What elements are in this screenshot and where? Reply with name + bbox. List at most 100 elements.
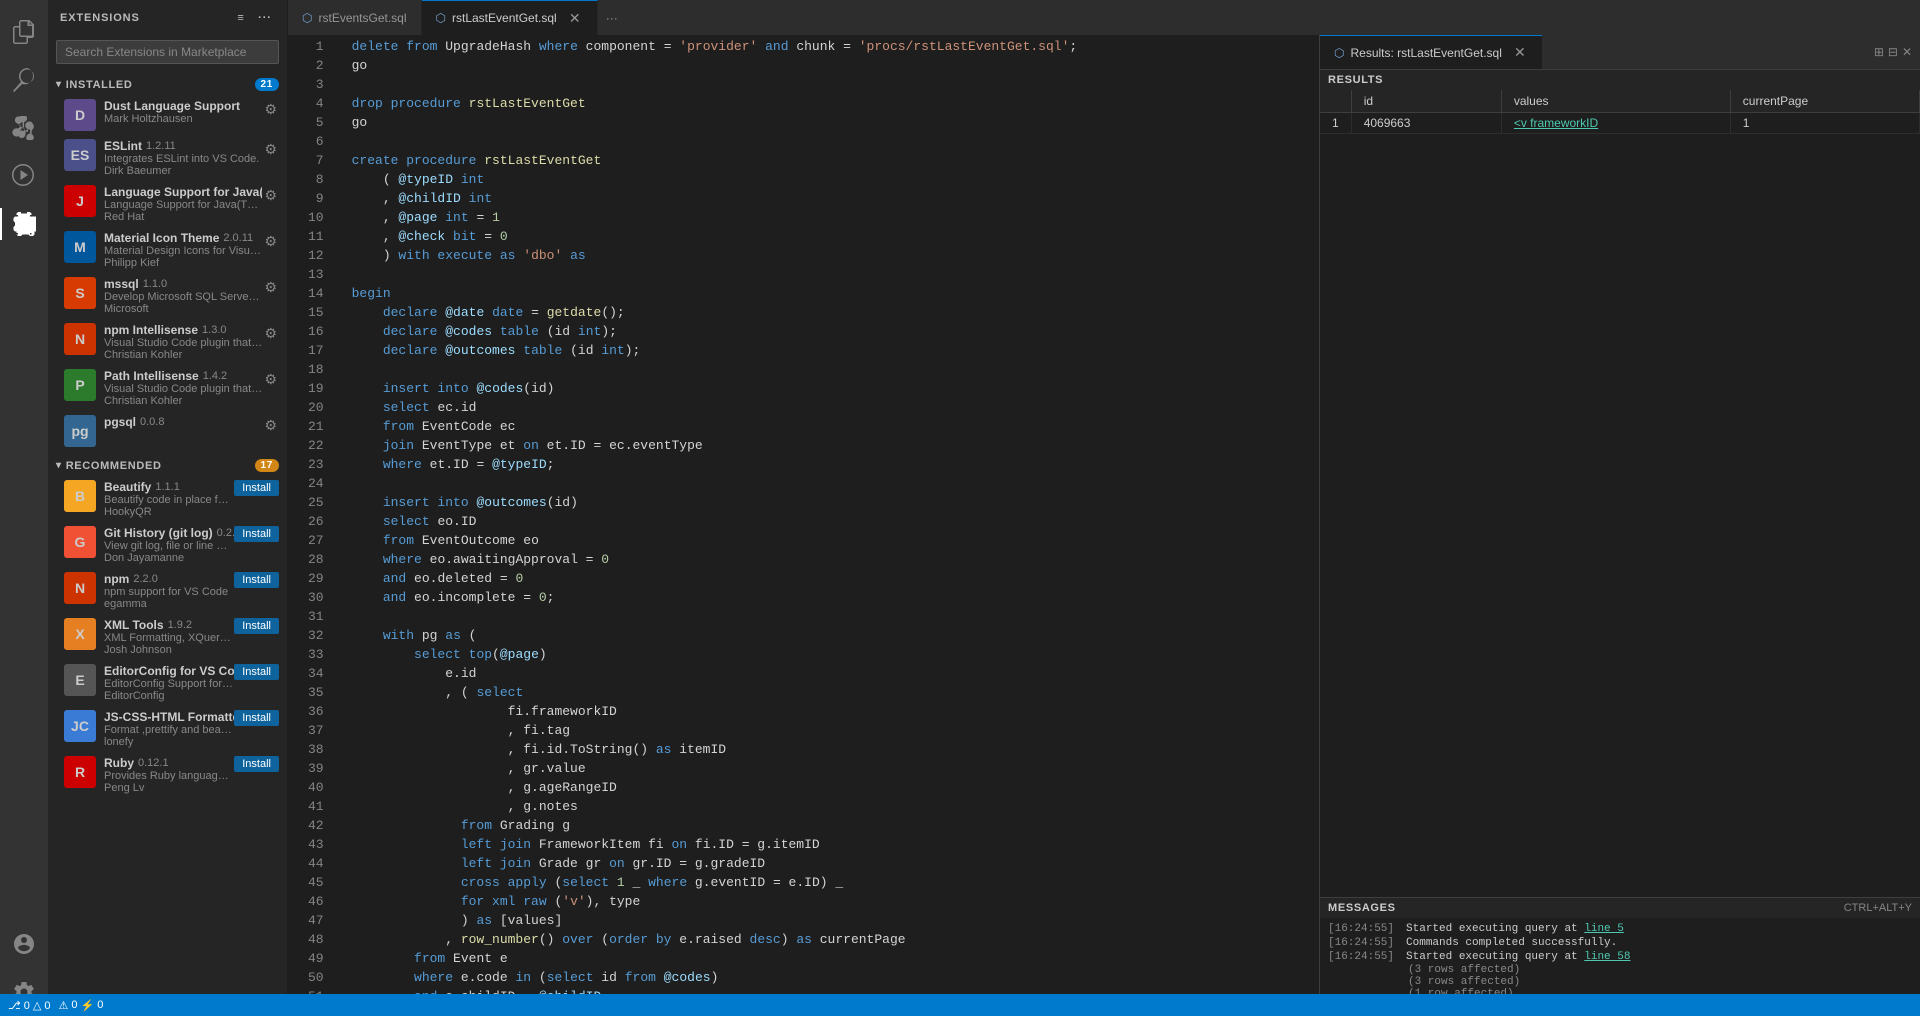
sidebar-title: EXTENSIONS ≡ ··· [48, 0, 287, 36]
ext-eslint-gear[interactable]: ⚙ [262, 139, 279, 160]
results-file-icon: ⬡ [1334, 46, 1344, 60]
results-table: id values currentPage 1 4069663 <v frame… [1320, 90, 1920, 134]
msg-line-3: [16:24:55] Started executing query at li… [1328, 950, 1912, 964]
ext-jscsshtml-info: JS-CSS-HTML Formatter 2.2.3 Format ,pret… [104, 710, 234, 748]
ext-githistory-install[interactable]: Install [234, 526, 279, 542]
ext-editorconfig[interactable]: E EditorConfig for VS Code 0.9.4 EditorC… [48, 660, 287, 706]
results-icon-1[interactable]: ⊞ [1874, 45, 1884, 59]
activity-bar [0, 0, 48, 1016]
ext-path-intellisense-gear[interactable]: ⚙ [262, 369, 279, 390]
ext-pgsql-gear[interactable]: ⚙ [262, 415, 279, 436]
tab-bar: ⬡ rstEventsGet.sql ⬡ rstLastEventGet.sql… [288, 0, 1920, 35]
ext-eslint-info: ESLint 1.2.11 Integrates ESLint into VS … [104, 139, 262, 177]
ext-dust-name: Dust Language Support [104, 99, 262, 113]
line-numbers: 12345 678910 1112131415 1617181920 21222… [288, 35, 336, 1016]
ext-ruby-info: Ruby 0.12.1 Provides Ruby language and d… [104, 756, 234, 794]
ext-npm-icon: N [64, 572, 96, 604]
ext-mssql-name: mssql 1.1.0 [104, 277, 262, 291]
results-tab-close[interactable]: ✕ [1512, 45, 1528, 61]
ext-beautify-install[interactable]: Install [234, 480, 279, 496]
ext-npm[interactable]: N npm 2.2.0 npm support for VS Code egam… [48, 568, 287, 614]
ext-jscsshtml-install[interactable]: Install [234, 710, 279, 726]
ext-material[interactable]: M Material Icon Theme 2.0.11 Material De… [48, 227, 287, 273]
more-actions-icon[interactable]: ··· [255, 8, 275, 28]
ext-npm-intellisense-icon: N [64, 323, 96, 355]
ext-githistory-name: Git History (git log) 0.2.2 [104, 526, 234, 540]
ext-jscsshtml-name: JS-CSS-HTML Formatter 2.2.3 [104, 710, 234, 724]
results-tab-icons: ⊞ ⊟ ✕ [1866, 35, 1920, 69]
ext-path-intellisense-info: Path Intellisense 1.4.2 Visual Studio Co… [104, 369, 262, 407]
ext-xmltools-install[interactable]: Install [234, 618, 279, 634]
recommended-section-header[interactable]: ▾ RECOMMENDED 17 [48, 455, 287, 476]
installed-section: ▾ INSTALLED 21 D Dust Language Support M… [48, 72, 287, 453]
ext-beautify[interactable]: B Beautify 1.1.1 Beautify code in place … [48, 476, 287, 522]
col-values: values [1501, 90, 1730, 113]
cell-rownum: 1 [1320, 113, 1351, 134]
tab-more-button[interactable]: ··· [598, 0, 626, 35]
debug-icon[interactable] [0, 152, 48, 200]
results-section-header: RESULTS [1320, 70, 1920, 90]
installed-arrow: ▾ [56, 79, 62, 90]
results-tab-button[interactable]: ⬡ Results: rstLastEventGet.sql ✕ [1320, 35, 1542, 69]
view-icon[interactable]: ≡ [231, 8, 251, 28]
extensions-icon[interactable] [0, 200, 48, 248]
ext-mssql[interactable]: S mssql 1.1.0 Develop Microsoft SQL Serv… [48, 273, 287, 319]
ext-editorconfig-info: EditorConfig for VS Code 0.9.4 EditorCon… [104, 664, 234, 702]
ext-material-name: Material Icon Theme 2.0.11 [104, 231, 262, 245]
installed-badge: 21 [255, 78, 279, 91]
ext-ruby-icon: R [64, 756, 96, 788]
ext-xmltools-info: XML Tools 1.9.2 XML Formatting, XQuery, … [104, 618, 234, 656]
ext-path-intellisense[interactable]: P Path Intellisense 1.4.2 Visual Studio … [48, 365, 287, 411]
results-icon-2[interactable]: ⊟ [1888, 45, 1898, 59]
code-text[interactable]: delete from UpgradeHash where component … [336, 35, 1319, 1016]
recommended-badge: 17 [255, 459, 279, 472]
ext-xmltools[interactable]: X XML Tools 1.9.2 XML Formatting, XQuery… [48, 614, 287, 660]
search-icon-activity[interactable] [0, 56, 48, 104]
warning-icon: ⚡ [81, 999, 95, 1012]
ext-dust-info: Dust Language Support Mark Holtzhausen [104, 99, 262, 125]
ext-jscsshtml[interactable]: JC JS-CSS-HTML Formatter 2.2.3 Format ,p… [48, 706, 287, 752]
ext-npm-install[interactable]: Install [234, 572, 279, 588]
ext-pgsql-actions: ⚙ [262, 415, 279, 436]
results-icon-3[interactable]: ✕ [1902, 45, 1912, 59]
ext-ruby-install[interactable]: Install [234, 756, 279, 772]
msg-rows-1: (3 rows affected) [1328, 964, 1912, 976]
ext-java-gear[interactable]: ⚙ [262, 185, 279, 206]
status-errors[interactable]: ⚠ 0 ⚡ 0 [59, 999, 104, 1012]
col-currentpage: currentPage [1730, 90, 1919, 113]
installed-section-header[interactable]: ▾ INSTALLED 21 [48, 74, 287, 95]
scm-icon[interactable] [0, 104, 48, 152]
ext-npm-actions: Install [234, 572, 279, 588]
ext-material-icon: M [64, 231, 96, 263]
ext-java[interactable]: J Language Support for Java(T... 0.80.0 … [48, 181, 287, 227]
ext-dust[interactable]: D Dust Language Support Mark Holtzhausen… [48, 95, 287, 135]
status-git[interactable]: ⎇ 0 △ 0 [8, 999, 51, 1012]
tab-rstLastEventGet[interactable]: ⬡ rstLastEventGet.sql ✕ [422, 0, 598, 35]
tab-close-button[interactable]: ✕ [567, 10, 583, 26]
ext-editorconfig-icon: E [64, 664, 96, 696]
ext-npm-intellisense-info: npm Intellisense 1.3.0 Visual Studio Cod… [104, 323, 262, 361]
ext-mssql-gear[interactable]: ⚙ [262, 277, 279, 298]
ext-editorconfig-actions: Install [234, 664, 279, 680]
ext-path-intellisense-icon: P [64, 369, 96, 401]
ext-pgsql[interactable]: pg pgsql 0.0.8 ⚙ [48, 411, 287, 451]
accounts-icon[interactable] [0, 920, 48, 968]
ext-ruby[interactable]: R Ruby 0.12.1 Provides Ruby language and… [48, 752, 287, 798]
code-content[interactable]: 12345 678910 1112131415 1617181920 21222… [288, 35, 1319, 1016]
ext-githistory[interactable]: G Git History (git log) 0.2.2 View git l… [48, 522, 287, 568]
ext-mssql-icon: S [64, 277, 96, 309]
tab-rstEventsGet[interactable]: ⬡ rstEventsGet.sql [288, 0, 422, 35]
ext-pgsql-icon: pg [64, 415, 96, 447]
ext-xmltools-icon: X [64, 618, 96, 650]
cell-values[interactable]: <v frameworkID [1501, 113, 1730, 134]
cell-id: 4069663 [1351, 113, 1501, 134]
ext-dust-gear[interactable]: ⚙ [262, 99, 279, 120]
ext-eslint[interactable]: ES ESLint 1.2.11 Integrates ESLint into … [48, 135, 287, 181]
explorer-icon[interactable] [0, 8, 48, 56]
ext-path-intellisense-actions: ⚙ [262, 369, 279, 390]
ext-npm-intellisense-gear[interactable]: ⚙ [262, 323, 279, 344]
ext-npm-intellisense[interactable]: N npm Intellisense 1.3.0 Visual Studio C… [48, 319, 287, 365]
ext-material-gear[interactable]: ⚙ [262, 231, 279, 252]
ext-editorconfig-install[interactable]: Install [234, 664, 279, 680]
extension-search-input[interactable] [56, 40, 279, 64]
